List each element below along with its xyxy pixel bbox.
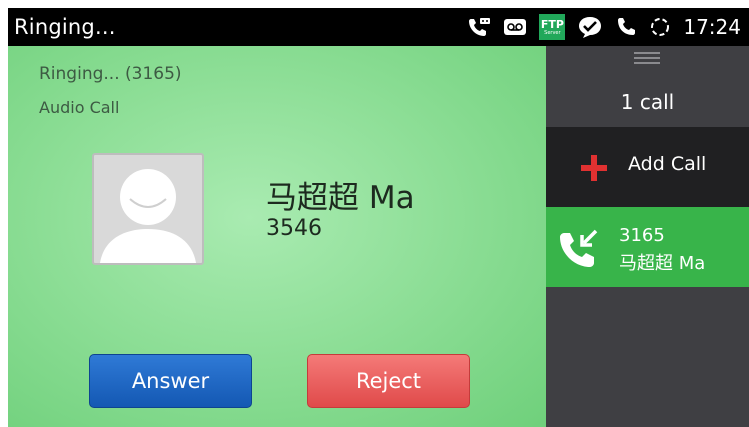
contact-name: 马超超 Ma bbox=[266, 180, 415, 216]
call-type-label: Audio Call bbox=[39, 98, 120, 117]
call-count-label: 1 call bbox=[620, 90, 675, 114]
call-side-panel: 1 call Add Call 3165 马超超 Ma bbox=[546, 46, 749, 427]
active-call-name: 马超超 Ma bbox=[619, 253, 706, 274]
answer-button[interactable]: Answer bbox=[89, 354, 252, 408]
status-icons: FTP Server 17:24 bbox=[467, 8, 741, 46]
voicemail-phone-icon bbox=[467, 16, 491, 38]
active-call-item[interactable]: 3165 马超超 Ma bbox=[546, 207, 749, 287]
voicemail-icon bbox=[503, 17, 527, 37]
incoming-call-panel: Ringing... (3165) Audio Call 马超超 Ma 3546… bbox=[8, 46, 546, 427]
plus-icon bbox=[581, 155, 607, 181]
ftp-sublabel: Server bbox=[544, 29, 561, 36]
reject-button[interactable]: Reject bbox=[307, 354, 470, 408]
check-chat-icon bbox=[577, 15, 603, 39]
drag-handle-icon[interactable] bbox=[634, 52, 660, 67]
status-title: Ringing... bbox=[14, 15, 116, 39]
status-bar: Ringing... FTP Server 17:24 bbox=[8, 8, 749, 46]
contact-avatar-icon bbox=[100, 169, 196, 263]
active-call-number: 3165 bbox=[619, 225, 665, 246]
avatar bbox=[92, 153, 204, 265]
status-time: 17:24 bbox=[683, 15, 741, 39]
ftp-server-icon: FTP Server bbox=[539, 14, 566, 40]
add-call-button[interactable]: Add Call bbox=[546, 127, 749, 207]
sync-icon bbox=[649, 16, 671, 38]
ftp-label: FTP bbox=[540, 17, 564, 31]
phone-icon bbox=[615, 16, 637, 38]
phone-screen: Ringing... FTP Server 17:24 Ringing... (… bbox=[8, 8, 749, 427]
incoming-call-icon bbox=[556, 227, 600, 271]
ringing-label: Ringing... (3165) bbox=[39, 64, 182, 84]
add-call-label: Add Call bbox=[628, 153, 707, 175]
contact-number: 3546 bbox=[266, 216, 322, 241]
